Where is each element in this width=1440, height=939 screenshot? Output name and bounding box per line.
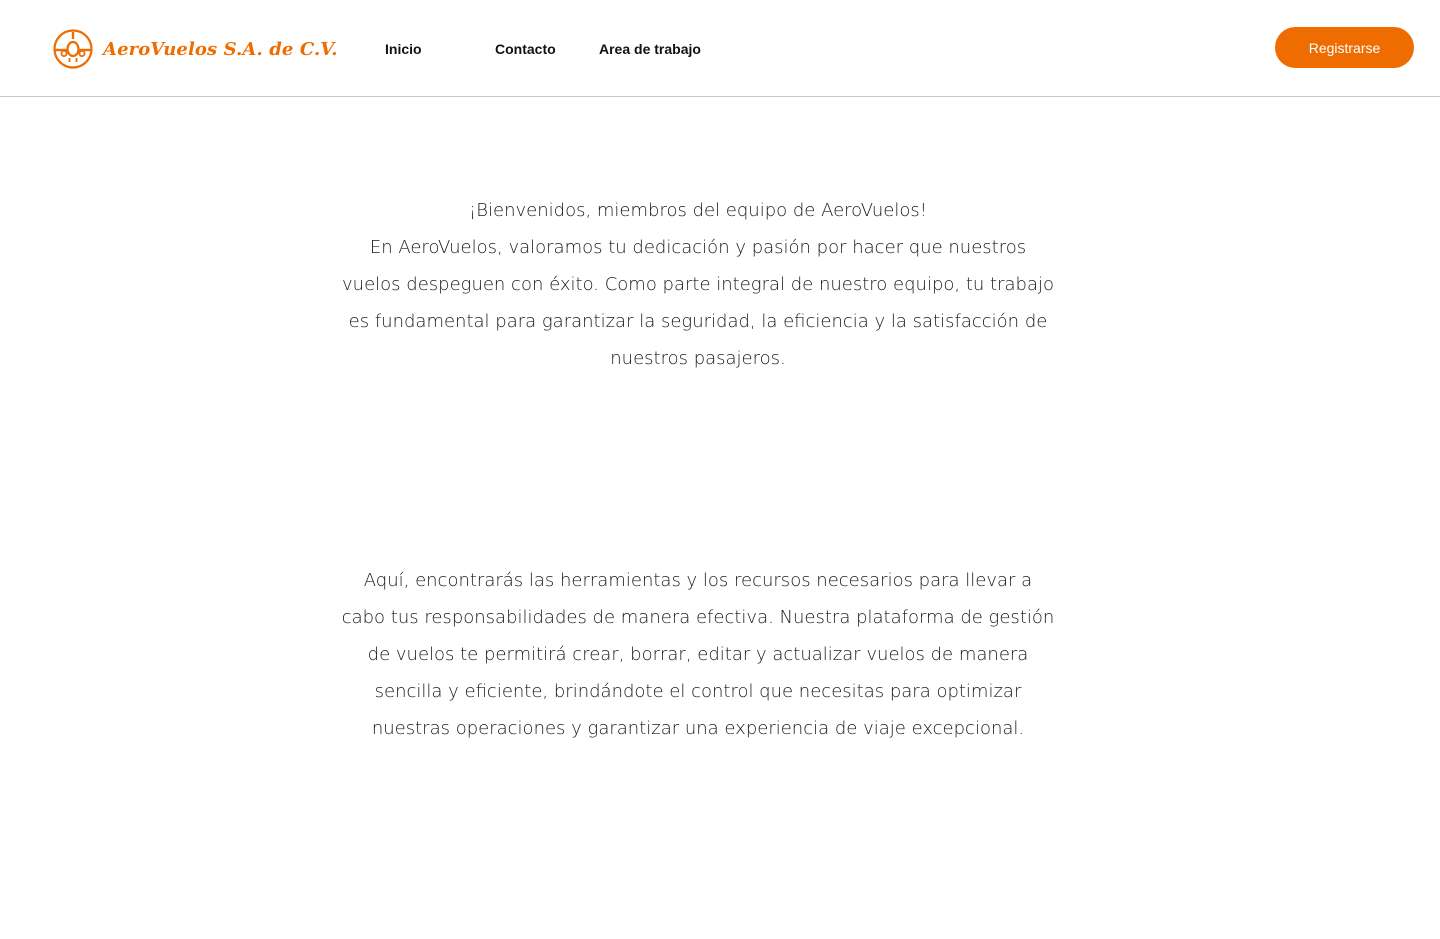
welcome-section: ¡Bienvenidos, miembros del equipo de Aer… (340, 192, 1056, 377)
welcome-title: ¡Bienvenidos, miembros del equipo de Aer… (469, 200, 927, 221)
site-header: AeroVuelos S.A. de C.V. Inicio Contacto … (0, 0, 1440, 97)
welcome-body: En AeroVuelos, valoramos tu dedicación y… (342, 237, 1054, 369)
nav-link-inicio[interactable]: Inicio (385, 41, 422, 57)
tools-description: Aquí, encontrarás las herramientas y los… (341, 570, 1055, 739)
brand-name: AeroVuelos S.A. de C.V. (103, 38, 338, 60)
nav-link-area-de-trabajo[interactable]: Area de trabajo (599, 41, 701, 57)
nav-link-contacto[interactable]: Contacto (495, 41, 556, 57)
register-button[interactable]: Registrarse (1275, 27, 1414, 68)
airplane-front-icon (53, 29, 93, 69)
brand-logo[interactable]: AeroVuelos S.A. de C.V. (53, 29, 338, 69)
